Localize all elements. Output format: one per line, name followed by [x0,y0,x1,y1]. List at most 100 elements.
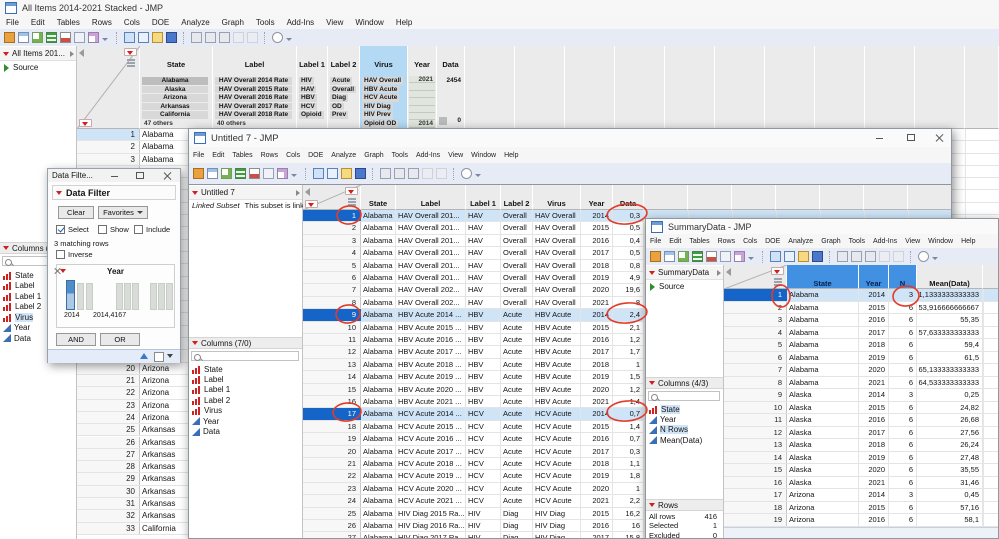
table-row[interactable]: 14Alaska2019627,48 [724,452,999,465]
row-number[interactable]: 3 [77,154,140,165]
menu-file[interactable]: File [0,18,25,27]
histogram-bar[interactable] [166,283,173,310]
save-icon[interactable] [812,251,823,262]
year-range-cell[interactable] [409,98,435,105]
save-icon[interactable] [166,32,177,43]
histogram-bar[interactable] [116,283,123,310]
table-row[interactable]: 2Alabama2015653,916666666667 [724,302,999,315]
menu-window[interactable]: Window [467,152,500,159]
row-number[interactable]: 17 [303,408,361,419]
disclosure-icon[interactable] [70,51,74,57]
filter-chip[interactable]: Alabama [142,77,208,85]
row-number[interactable]: 15 [724,464,787,476]
table-row[interactable]: 8Alabama2021664,533333333333 [724,377,999,390]
menu-add-ins[interactable]: Add-Ins [412,152,444,159]
or-button[interactable]: OR [100,333,140,346]
horizontal-scrollbar[interactable] [724,527,999,539]
row-number[interactable]: 14 [303,371,361,382]
sort-bars-icon[interactable] [235,168,246,179]
menu-rows[interactable]: Rows [714,238,740,245]
lock-icon[interactable] [247,32,258,43]
minimize-button[interactable] [869,131,889,144]
row-number[interactable]: 32 [77,510,140,521]
main-source-row[interactable]: Source [4,63,38,72]
open-icon[interactable] [152,32,163,43]
main-titlebar[interactable]: All Items 2014-2021 Stacked - JMP [0,0,999,15]
menu-edit[interactable]: Edit [665,238,685,245]
close-button[interactable] [930,131,950,144]
collapse-left-icon[interactable] [726,268,731,276]
row-number[interactable]: 2 [724,302,787,314]
row-number[interactable]: 26 [77,437,140,448]
row-number[interactable]: 4 [724,327,787,339]
filter-chip[interactable]: HIV Diag [362,103,393,111]
summarydata-titlebar[interactable]: SummaryData - JMP [646,219,998,234]
filter-chip[interactable]: HCV [299,103,317,111]
menu-help[interactable]: Help [957,238,979,245]
filter-chip[interactable]: Arkansas [142,103,208,111]
red-triangle-icon[interactable] [192,341,198,345]
summarydata-columns-panel-header[interactable]: Columns (4/3) [646,377,723,389]
cut-icon[interactable] [191,32,202,43]
table-row[interactable]: 12Alaska2017627,56 [724,427,999,440]
checkbox-icon[interactable] [56,250,65,259]
row-number[interactable]: 2 [303,222,361,233]
menu-graph[interactable]: Graph [216,18,250,27]
menu-file[interactable]: File [189,152,208,159]
main-table-panel-header[interactable]: All Items 201... [0,47,76,61]
row-number[interactable]: 1 [724,289,787,301]
column-header-year[interactable]: Year [581,185,613,210]
animation-checkbox[interactable] [154,352,164,362]
paste-special-icon[interactable] [233,32,244,43]
table-row[interactable]: 19Arizona2016658,1 [724,514,999,527]
filter-chip[interactable]: HAV [299,86,316,94]
menu-analyze[interactable]: Analyze [327,152,360,159]
filter-chip[interactable]: Diag [330,94,348,102]
table-row[interactable]: 10Alaska2015624,82 [724,402,999,415]
untitled7-titlebar[interactable]: Untitled 7 - JMP [189,129,951,147]
cut-icon[interactable] [380,168,391,179]
menu-tables[interactable]: Tables [228,152,256,159]
red-triangle-menu-button[interactable] [771,267,784,275]
menu-tools[interactable]: Tools [250,18,281,27]
maximize-button[interactable] [901,131,921,144]
filter-chip[interactable]: HBV [299,94,317,102]
and-button[interactable]: AND [56,333,96,346]
row-number[interactable]: 24 [77,412,140,423]
row-number[interactable]: 2 [77,141,140,152]
column-header-label[interactable]: Label [396,185,466,210]
open-icon[interactable] [341,168,352,179]
chart-launcher-icon[interactable] [60,32,71,43]
filter-chip[interactable]: California [142,111,208,119]
collapse-left-icon[interactable] [305,188,310,196]
search-icon[interactable] [272,32,283,43]
menu-file[interactable]: File [646,238,665,245]
table-row[interactable]: 6Alabama2019661,5 [724,352,999,365]
menu-add-ins[interactable]: Add-Ins [281,18,321,27]
histogram-bar-selected[interactable] [66,280,75,310]
table-row[interactable]: 11Alaska2016626,68 [724,414,999,427]
table-row[interactable]: 9Alaska201430,25 [724,389,999,402]
histogram-bar[interactable] [124,283,131,310]
column-header-virus[interactable]: Virus [533,185,581,210]
chevron-down-icon[interactable] [167,354,173,358]
row-number[interactable]: 6 [724,352,787,364]
row-number[interactable]: 11 [303,334,361,345]
menu-window[interactable]: Window [349,18,389,27]
data-grid-icon[interactable] [207,168,218,179]
year-range-cell[interactable] [409,83,435,90]
row-number[interactable]: 10 [303,322,361,333]
sort-bars-icon[interactable] [692,251,703,262]
row-number[interactable]: 6 [303,272,361,283]
filter-chip[interactable]: Overall [330,86,356,94]
checkbox-icon[interactable] [98,225,107,234]
row-number[interactable]: 25 [303,508,361,519]
table-row[interactable]: 13Alaska2018626,24 [724,439,999,452]
row-number[interactable]: 7 [724,364,787,376]
row-number[interactable]: 28 [77,461,140,472]
untitled7-columns-search[interactable] [191,351,299,361]
filter-chip[interactable]: Prev [330,111,348,119]
filter-chip[interactable]: Alaska [142,86,208,94]
row-number[interactable]: 13 [724,439,787,451]
column-header-year[interactable]: Year [859,265,889,289]
